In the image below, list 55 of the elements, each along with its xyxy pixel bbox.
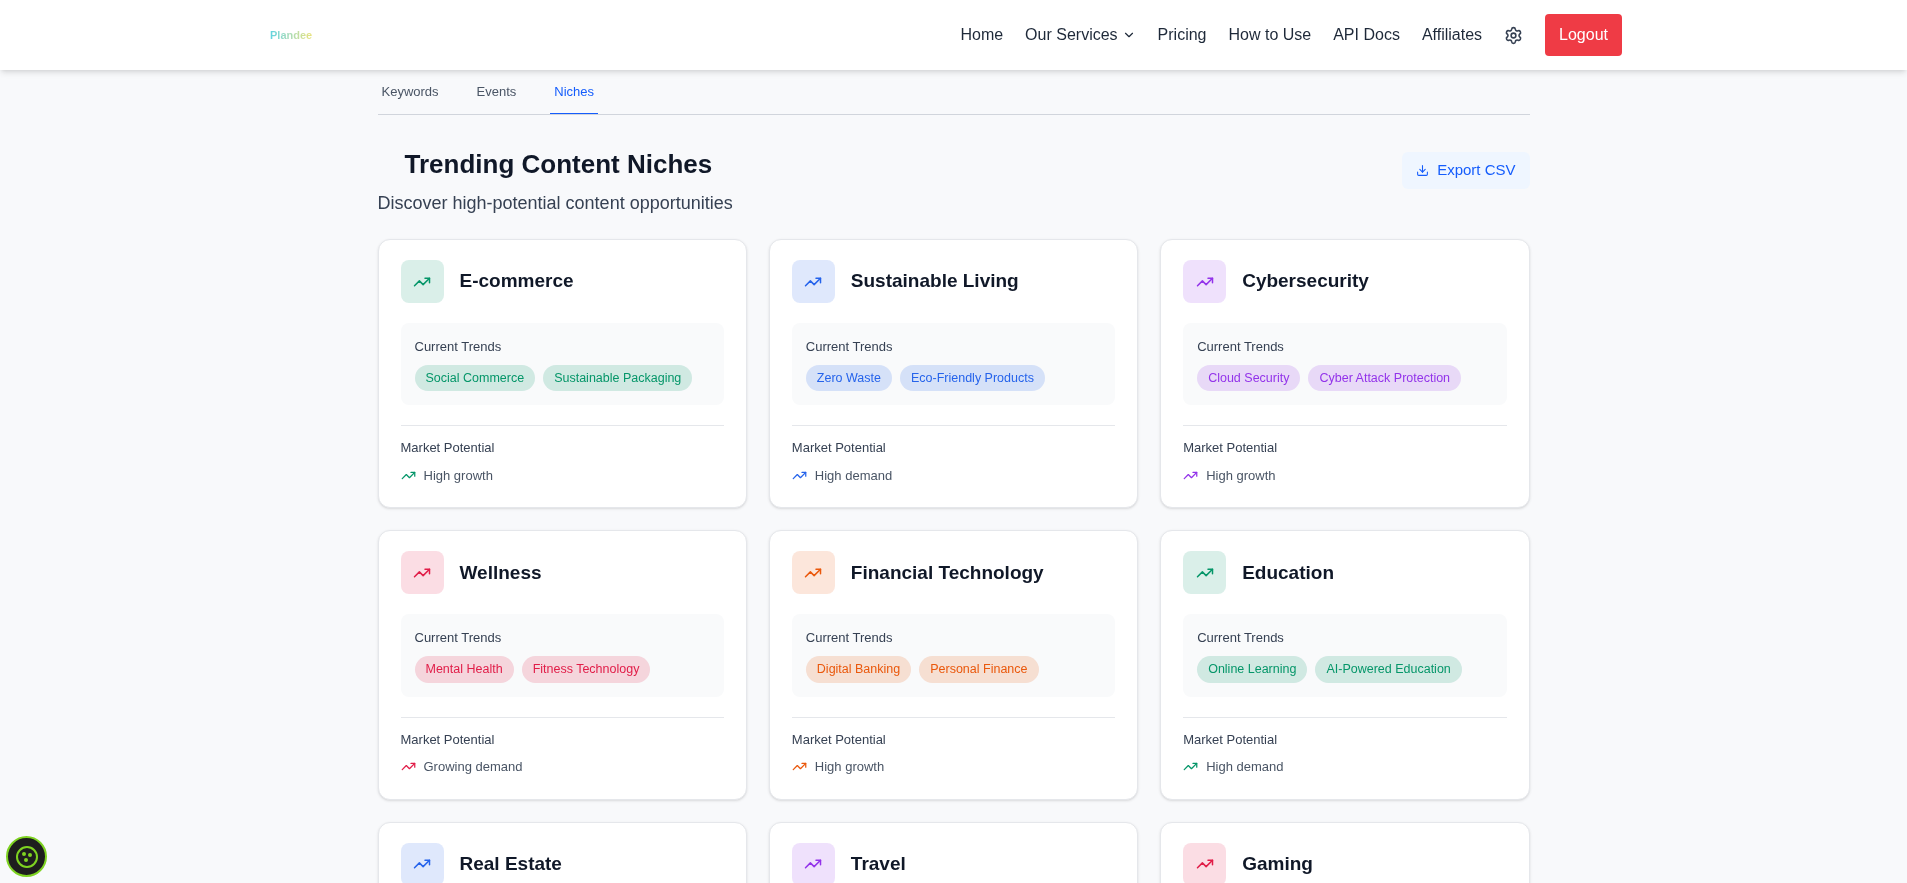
trends-label: Current Trends — [805, 629, 894, 648]
tab[interactable]: Events — [472, 70, 521, 114]
trend-tag: Fitness Technology — [521, 655, 651, 683]
potential-label: Market Potential — [1183, 730, 1279, 749]
niche-title: Real Estate — [459, 851, 562, 876]
trends-label: Current Trends — [414, 629, 503, 648]
potential-label: Market Potential — [400, 439, 496, 458]
trends-label: Current Trends — [1197, 338, 1285, 356]
page-title: Trending Content Niches — [403, 148, 714, 181]
trend-tag: Sustainable Packaging — [543, 364, 693, 392]
niche-title: Wellness — [459, 560, 542, 585]
potential-value: High demand — [814, 466, 893, 485]
potential-label: Market Potential — [791, 439, 887, 458]
potential-label: Market Potential — [400, 730, 496, 749]
niche-title: Travel — [850, 851, 906, 876]
niche-title: Gaming — [1242, 851, 1313, 876]
trend-tag: AI-Powered Education — [1315, 655, 1462, 683]
potential-label: Market Potential — [791, 730, 887, 749]
nav-link[interactable]: API Docs — [1333, 23, 1400, 47]
settings-icon[interactable] — [1504, 25, 1524, 45]
trend-tag: Cyber Attack Protection — [1308, 364, 1462, 392]
niche-title: E-commerce — [459, 269, 574, 294]
trend-tag: Social Commerce — [414, 364, 536, 392]
niche-title: Sustainable Living — [850, 269, 1019, 294]
export-button[interactable]: Export CSV — [1402, 152, 1530, 189]
trend-tag: Cloud Security — [1197, 364, 1301, 392]
trends-label: Current Trends — [805, 338, 894, 356]
potential-value: Growing demand — [423, 758, 523, 776]
potential-label: Market Potential — [1183, 439, 1279, 458]
tab[interactable]: Keywords — [377, 70, 443, 114]
potential-value: High growth — [814, 758, 885, 776]
trend-tag: Personal Finance — [919, 655, 1039, 683]
logout-button[interactable]: Logout — [1545, 14, 1622, 56]
trend-tag: Digital Banking — [805, 655, 912, 683]
trends-label: Current Trends — [1197, 629, 1285, 648]
potential-value: High demand — [1206, 758, 1284, 776]
page-subtitle: Discover high-potential content opportunities — [377, 192, 733, 215]
trends-label: Current Trends — [414, 338, 503, 356]
download-icon — [1416, 163, 1430, 177]
niche-title: Financial Technology — [850, 560, 1044, 585]
niche-title: Cybersecurity — [1242, 269, 1369, 294]
nav-dropdown[interactable]: Our Services — [1025, 23, 1136, 47]
nav-link[interactable]: How to Use — [1228, 23, 1312, 47]
potential-value: High growth — [1206, 466, 1276, 485]
trend-tag: Zero Waste — [805, 364, 892, 392]
tab[interactable]: Niches — [550, 70, 599, 114]
nav-link[interactable]: Affiliates — [1421, 23, 1483, 47]
potential-value: High growth — [423, 466, 493, 485]
trend-tag: Eco-Friendly Products — [899, 364, 1045, 392]
niche-title: Education — [1242, 560, 1334, 585]
nav-link[interactable]: Pricing — [1157, 23, 1207, 47]
widget-icon[interactable] — [6, 836, 47, 877]
trend-tag: Mental Health — [414, 655, 514, 683]
trend-tag: Online Learning — [1197, 655, 1308, 683]
nav-link[interactable]: Home — [960, 23, 1004, 47]
